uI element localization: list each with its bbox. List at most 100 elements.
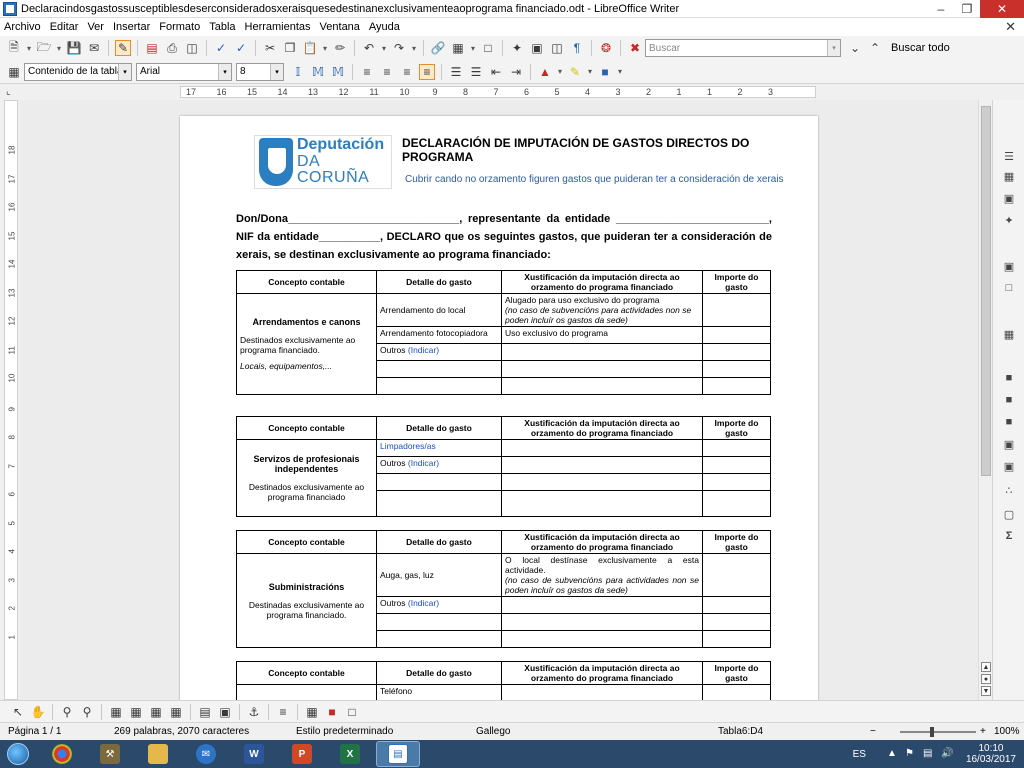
zoom-slider[interactable] xyxy=(900,727,976,737)
detail-cell[interactable]: Arrendamento fotocopiadora xyxy=(376,326,502,344)
menu-editar[interactable]: Editar xyxy=(50,21,79,33)
close-find-bar-icon[interactable]: ✖ xyxy=(627,40,643,56)
find-next-icon[interactable]: ⌄ xyxy=(847,40,863,56)
fontwork-icon[interactable]: ▣ xyxy=(1001,438,1017,452)
page-layout-icon[interactable]: ▣ xyxy=(1001,260,1017,274)
find-previous-icon[interactable]: ⌃ xyxy=(867,40,883,56)
vertical-scrollbar[interactable]: ▲ ● ▼ xyxy=(978,100,992,700)
frame-props-icon[interactable]: □ xyxy=(344,704,360,720)
amount-cell[interactable] xyxy=(702,377,771,395)
underline-icon[interactable]: 𝕄 xyxy=(330,64,346,80)
clock[interactable]: 10:10 16/03/2017 xyxy=(966,743,1016,765)
taskbar-chrome[interactable] xyxy=(40,741,84,767)
email-icon[interactable]: ✉ xyxy=(86,40,102,56)
properties-icon[interactable]: ☰ xyxy=(1001,150,1017,164)
amount-cell[interactable] xyxy=(702,456,771,474)
detail-cell[interactable] xyxy=(376,473,502,491)
help-lifebuoy-icon[interactable]: ❂ xyxy=(598,40,614,56)
language-indicator[interactable]: Gallego xyxy=(476,726,510,737)
paste-dropdown-icon[interactable]: ▾ xyxy=(321,40,329,56)
amount-cell[interactable] xyxy=(702,326,771,344)
amount-cell[interactable] xyxy=(702,473,771,491)
table-icon[interactable]: ▦ xyxy=(450,40,466,56)
amount-cell[interactable] xyxy=(702,613,771,631)
navigation-icon[interactable]: ● xyxy=(981,674,991,684)
paste-icon[interactable]: 📋 xyxy=(302,40,318,56)
network-icon[interactable]: ▤ xyxy=(923,748,935,760)
new-dropdown-icon[interactable]: ▾ xyxy=(25,40,33,56)
insert-note-icon[interactable]: ■ xyxy=(1001,372,1017,386)
detail-cell[interactable] xyxy=(376,613,502,631)
navigator-icon[interactable]: ✦ xyxy=(509,40,525,56)
detail-cell[interactable] xyxy=(376,377,502,395)
amount-cell[interactable] xyxy=(702,684,771,700)
amount-cell[interactable] xyxy=(702,343,771,361)
start-button[interactable] xyxy=(0,740,36,768)
amount-cell[interactable] xyxy=(702,596,771,614)
font-size-select[interactable]: 8 ▾ xyxy=(236,62,284,81)
taskbar-word[interactable]: W xyxy=(232,741,276,767)
justification-cell[interactable] xyxy=(501,456,703,474)
font-color-icon[interactable]: ▲ xyxy=(537,64,553,80)
undo-dropdown-icon[interactable]: ▾ xyxy=(380,40,388,56)
amount-cell[interactable] xyxy=(702,360,771,378)
menu-ayuda[interactable]: Ayuda xyxy=(369,21,400,33)
detail-cell[interactable] xyxy=(376,630,502,648)
amount-cell[interactable] xyxy=(702,630,771,648)
print-icon[interactable]: ⎙ xyxy=(164,40,180,56)
styles-icon[interactable]: ▦ xyxy=(6,64,22,80)
border-icon[interactable]: ▦ xyxy=(304,704,320,720)
font-color-dropdown-icon[interactable]: ▾ xyxy=(556,64,564,80)
detail-cell[interactable]: Teléfono xyxy=(376,684,502,700)
hand-icon[interactable]: ✋ xyxy=(30,704,46,720)
zoom-in-button[interactable]: + xyxy=(980,726,986,737)
decrease-indent-icon[interactable]: ⇤ xyxy=(488,64,504,80)
justification-cell[interactable] xyxy=(501,439,703,457)
table-grid-icon[interactable]: ▦ xyxy=(108,704,124,720)
paragraph-style-dropdown-icon[interactable]: ▾ xyxy=(118,63,131,80)
open-dropdown-icon[interactable]: ▾ xyxy=(55,40,63,56)
hyperlink-icon[interactable]: 🔗 xyxy=(430,40,446,56)
volume-icon[interactable]: 🔊 xyxy=(941,748,953,760)
justification-cell[interactable] xyxy=(501,490,703,517)
cell-top-icon[interactable]: ▤ xyxy=(197,704,213,720)
taskbar-tools[interactable]: ⚒ xyxy=(88,741,132,767)
data-sources-icon[interactable]: ◫ xyxy=(549,40,565,56)
justification-cell[interactable]: O local destínase exclusivamente a esta … xyxy=(501,553,703,597)
undo-icon[interactable]: ↶ xyxy=(361,40,377,56)
taskbar-excel[interactable]: X xyxy=(328,741,372,767)
detail-cell[interactable]: Outros (Indicar) xyxy=(376,343,502,361)
amount-cell[interactable] xyxy=(702,553,771,597)
taskbar-writer[interactable]: ▤ xyxy=(376,741,420,767)
taskbar-explorer[interactable] xyxy=(136,741,180,767)
menu-formato[interactable]: Formato xyxy=(159,21,200,33)
justification-cell[interactable] xyxy=(501,684,703,700)
detail-cell[interactable]: Outros (Indicar) xyxy=(376,456,502,474)
open-folder-icon[interactable]: 🗁 xyxy=(36,40,52,56)
zoom-out-icon[interactable]: ⚲ xyxy=(79,704,95,720)
align-left-icon[interactable]: ≡ xyxy=(359,64,375,80)
numbering-icon[interactable]: ☰ xyxy=(448,64,464,80)
detail-cell[interactable]: Outros (Indicar) xyxy=(376,596,502,614)
input-language[interactable]: ES xyxy=(853,749,866,760)
font-name-select[interactable]: Arial ▾ xyxy=(136,62,232,81)
category-cell[interactable]: Subministracións Destinadas exclusivamen… xyxy=(236,553,377,648)
page-style[interactable]: Estilo predeterminado xyxy=(296,726,393,737)
print-preview-icon[interactable]: ◫ xyxy=(184,40,200,56)
justification-cell[interactable]: Alugado para uso exclusivo do programa (… xyxy=(501,293,703,327)
cell-select-icon[interactable]: ▣ xyxy=(217,704,233,720)
frame-icon[interactable]: ■ xyxy=(1001,394,1017,408)
autospellcheck-icon[interactable]: ✓ xyxy=(233,40,249,56)
search-input[interactable]: Buscar ▾ xyxy=(645,39,841,57)
page-indicator[interactable]: Página 1 / 1 xyxy=(8,726,61,737)
menu-insertar[interactable]: Insertar xyxy=(113,21,150,33)
gallery-icon[interactable]: ▣ xyxy=(529,40,545,56)
search-dropdown-icon[interactable]: ▾ xyxy=(827,40,840,56)
justify-icon[interactable]: ≡ xyxy=(419,63,435,80)
word-count[interactable]: 269 palabras, 2070 caracteres xyxy=(114,726,249,737)
justification-cell[interactable] xyxy=(501,613,703,631)
detail-cell[interactable]: Limpadores/as xyxy=(376,439,502,457)
merge-icon[interactable]: ▦ xyxy=(168,704,184,720)
menu-ver[interactable]: Ver xyxy=(87,21,104,33)
justification-cell[interactable] xyxy=(501,596,703,614)
